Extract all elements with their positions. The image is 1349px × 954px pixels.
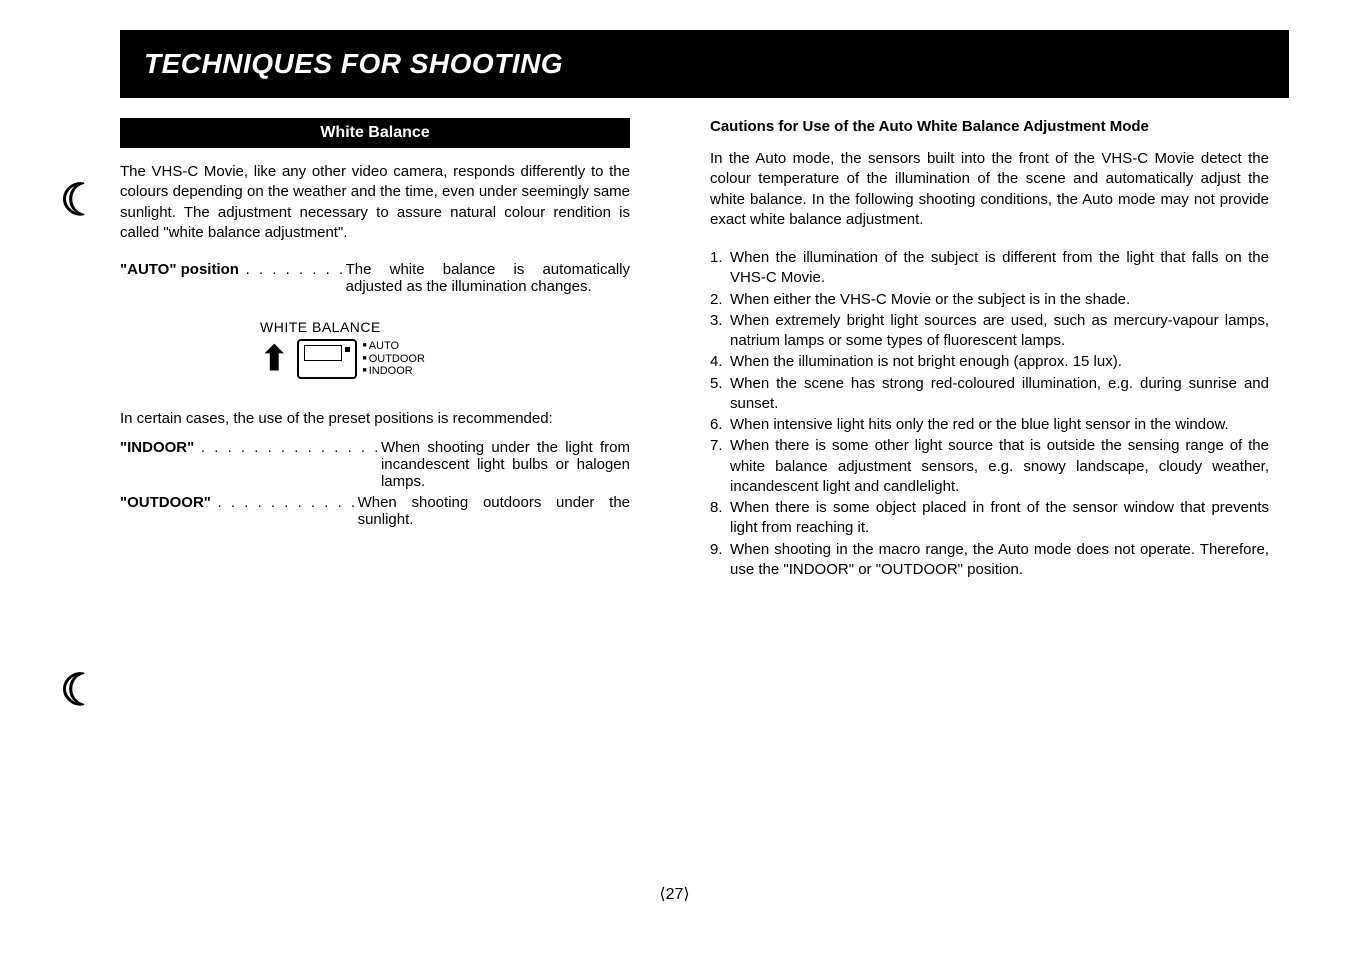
page-number: ⟨27⟩ [0,884,1349,904]
list-item: 7.When there is some other light source … [710,436,1269,497]
page-title: TECHNIQUES FOR SHOOTING [120,30,1289,98]
cautions-heading: Cautions for Use of the Auto White Balan… [710,118,1269,135]
binder-hole-mark: ☾ [60,665,99,716]
switch-opt-outdoor: OUTDOOR [363,353,425,366]
list-item: 8.When there is some object placed in fr… [710,498,1269,539]
auto-label-text: "AUTO" position [120,261,239,278]
intro-paragraph: The VHS-C Movie, like any other video ca… [120,162,630,243]
list-item: 3.When extremely bright light sources ar… [710,311,1269,352]
cautions-intro: In the Auto mode, the sensors built into… [710,149,1269,230]
indoor-description: When shooting under the light from incan… [381,439,630,490]
switch-title: WHITE BALANCE [260,319,630,335]
definition-auto: "AUTO" position . . . . . . . . The whit… [120,261,630,295]
arrow-up-icon: ⬆ [260,342,289,376]
left-column: White Balance The VHS-C Movie, like any … [120,118,630,581]
list-item: 2.When either the VHS-C Movie or the sub… [710,290,1269,310]
indoor-label: "INDOOR" . . . . . . . . . . . . . . [120,439,381,490]
right-column: Cautions for Use of the Auto White Balan… [710,118,1289,581]
dots: . . . . . . . . . . . . . . [194,439,381,456]
outdoor-label: "OUTDOOR" . . . . . . . . . . . [120,494,358,528]
page-content: TECHNIQUES FOR SHOOTING White Balance Th… [0,0,1349,601]
definition-indoor: "INDOOR" . . . . . . . . . . . . . . Whe… [120,439,630,490]
columns: White Balance The VHS-C Movie, like any … [120,118,1289,581]
switch-box-icon [297,339,357,379]
switch-opt-indoor: INDOOR [363,365,425,378]
switch-options: AUTO OUTDOOR INDOOR [363,340,425,378]
list-item: 4.When the illumination is not bright en… [710,352,1269,372]
auto-description: The white balance is automatically adjus… [346,261,630,295]
section-heading-white-balance: White Balance [120,118,630,148]
outdoor-description: When shooting outdoors under the sunligh… [358,494,630,528]
list-item: 6.When intensive light hits only the red… [710,415,1269,435]
auto-label: "AUTO" position . . . . . . . . [120,261,346,295]
indoor-label-text: "INDOOR" [120,439,194,456]
list-item: 9.When shooting in the macro range, the … [710,540,1269,581]
outdoor-label-text: "OUTDOOR" [120,494,211,511]
definition-outdoor: "OUTDOOR" . . . . . . . . . . . When sho… [120,494,630,528]
dots: . . . . . . . . . . . [211,494,358,511]
cautions-list: 1.When the illumination of the subject i… [710,248,1269,580]
white-balance-switch-diagram: WHITE BALANCE ⬆ AUTO OUTDOOR INDOOR [260,319,630,379]
list-item: 5.When the scene has strong red-coloured… [710,374,1269,415]
switch-opt-auto: AUTO [363,340,425,353]
dots: . . . . . . . . [239,261,346,278]
preset-intro: In certain cases, the use of the preset … [120,409,630,429]
binder-hole-mark: ☾ [60,175,99,226]
list-item: 1.When the illumination of the subject i… [710,248,1269,289]
